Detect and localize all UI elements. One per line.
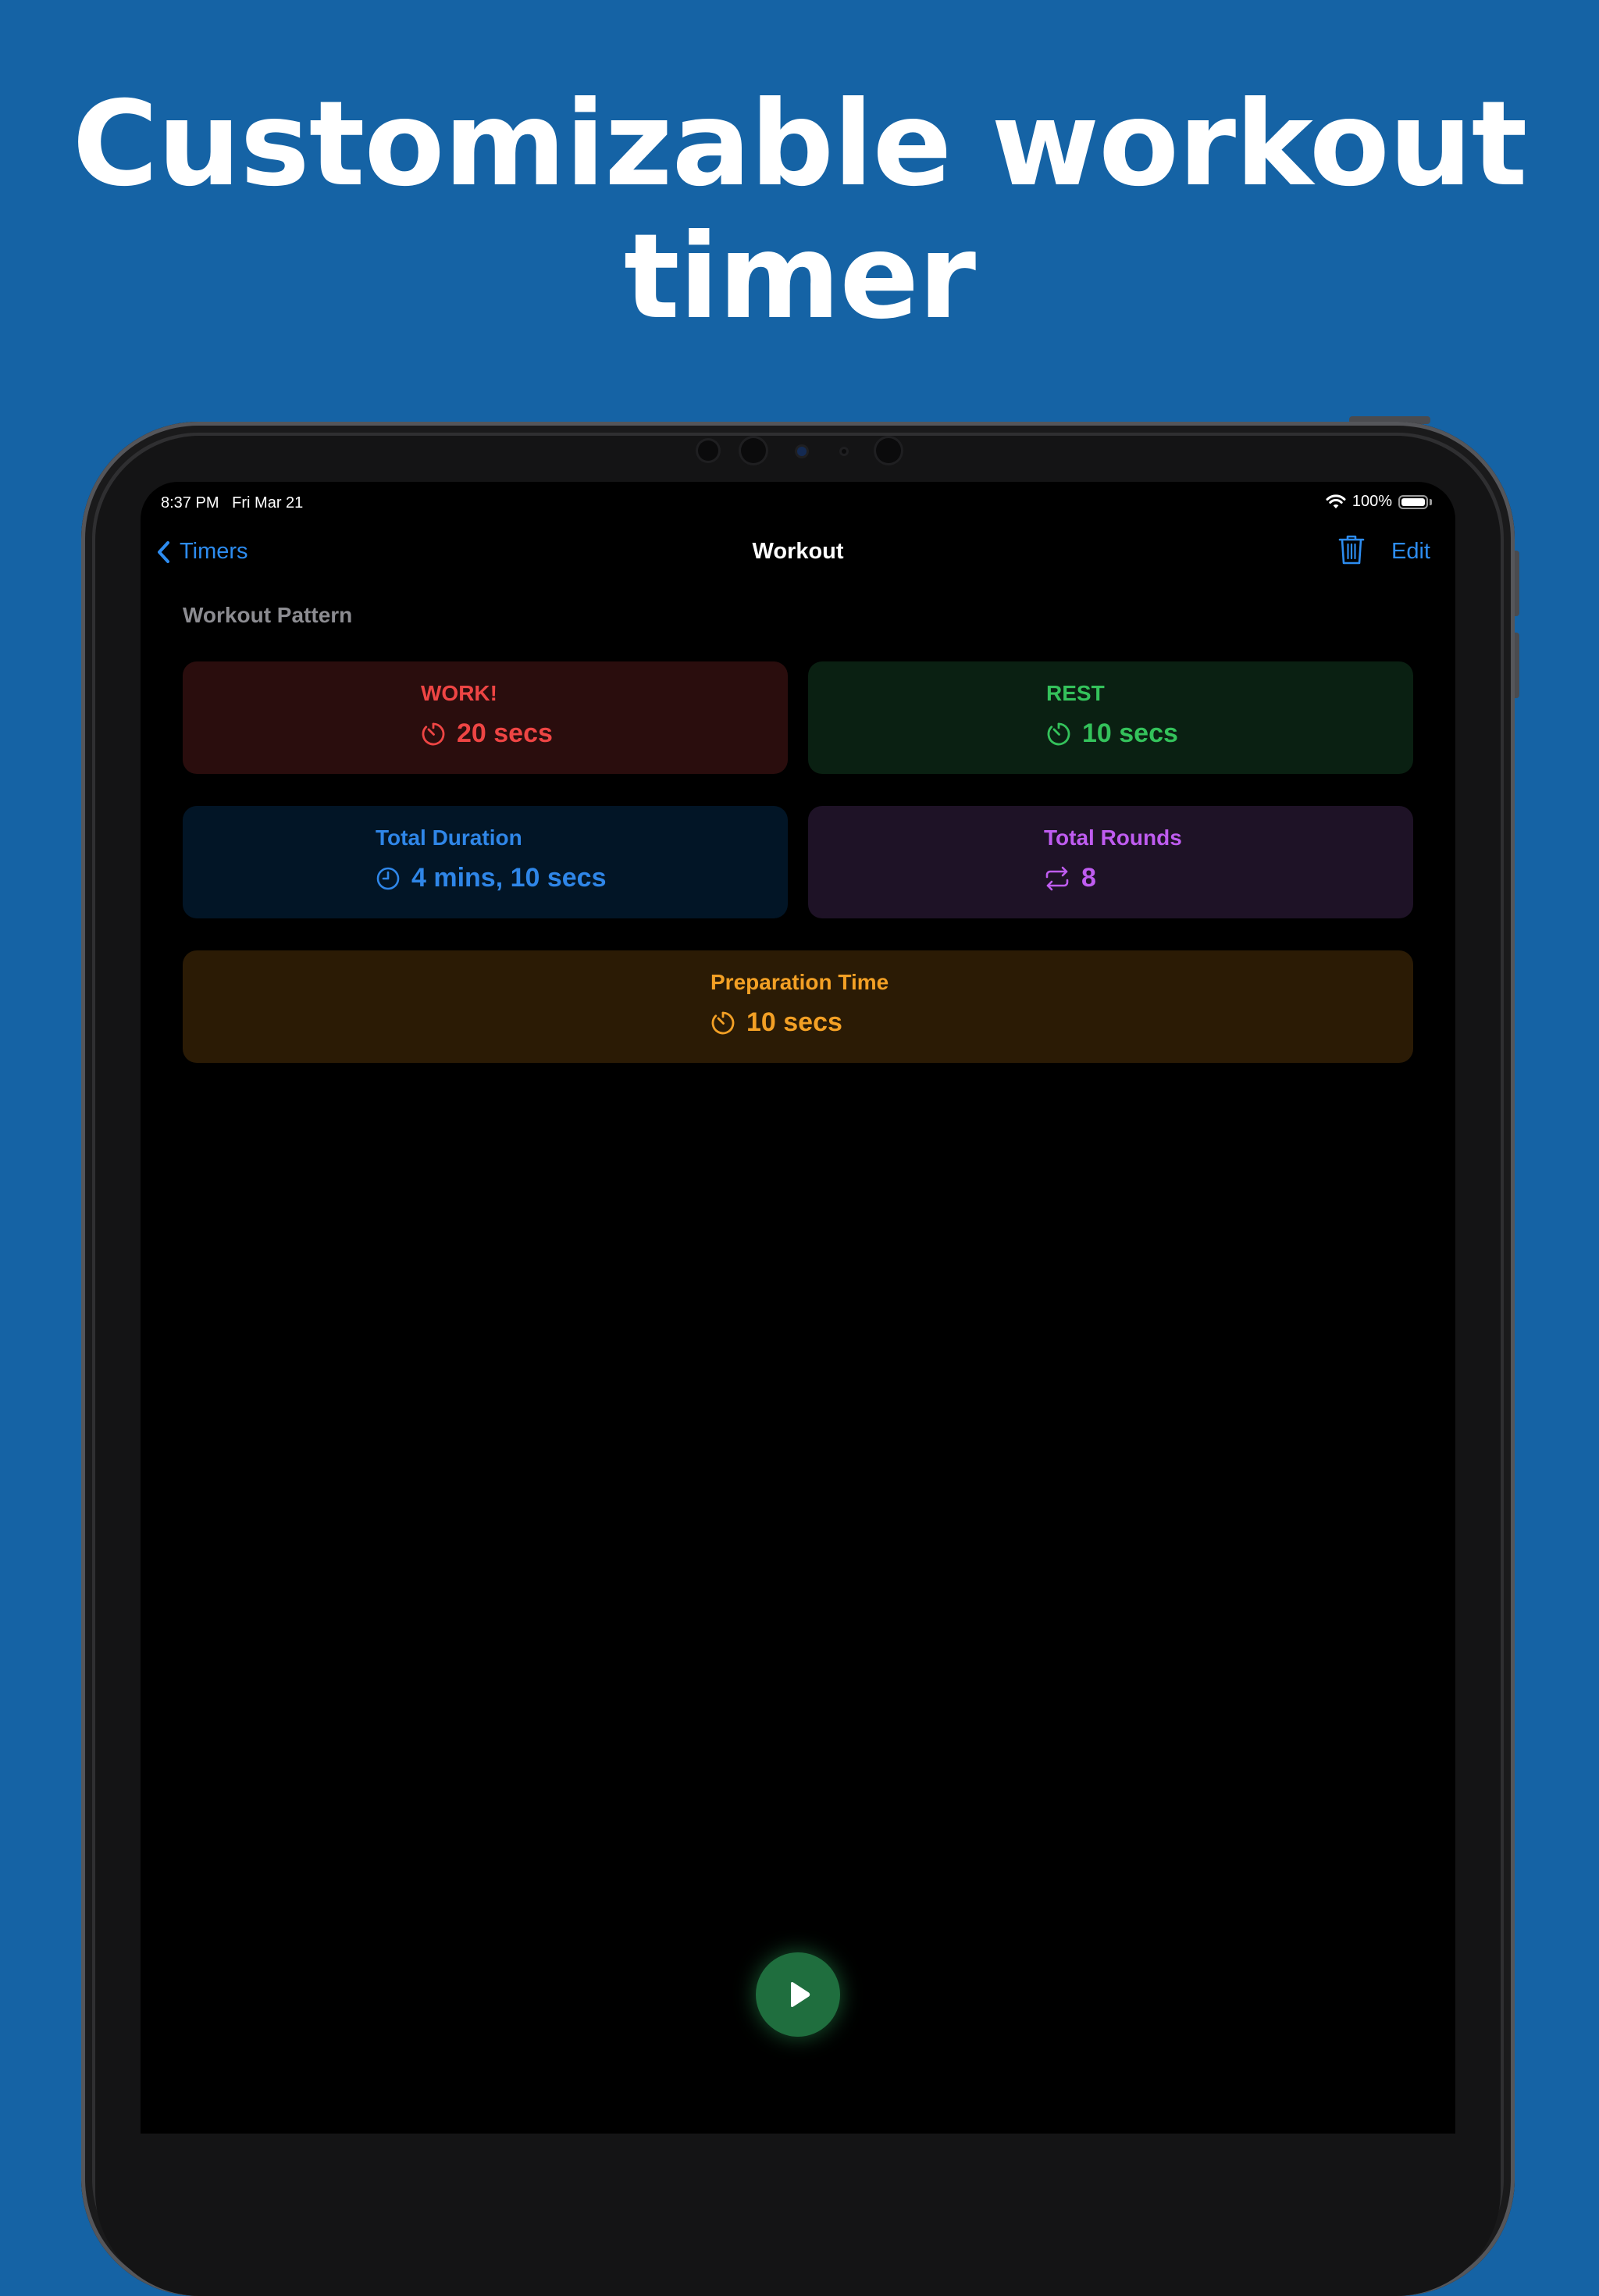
battery-nub bbox=[1430, 498, 1432, 505]
sensor-icon bbox=[876, 438, 901, 463]
start-workout-button[interactable] bbox=[756, 1952, 840, 2037]
status-bar: 8:37 PM Fri Mar 21 100% bbox=[141, 488, 1455, 516]
battery-fill bbox=[1401, 497, 1425, 506]
rest-card-value: 10 secs bbox=[1082, 718, 1178, 748]
timer-icon bbox=[1047, 722, 1070, 745]
delete-button[interactable] bbox=[1338, 534, 1365, 569]
preparation-time-value: 10 secs bbox=[746, 1007, 842, 1037]
total-rounds-label: Total Rounds bbox=[1044, 825, 1182, 850]
work-card-value: 20 secs bbox=[457, 718, 553, 748]
status-right: 100% bbox=[1326, 493, 1432, 511]
battery-percent: 100% bbox=[1351, 493, 1392, 510]
total-duration-value: 4 mins, 10 secs bbox=[411, 863, 607, 893]
preparation-time-card[interactable]: Preparation Time 10 secs bbox=[183, 950, 1413, 1063]
headline-line-2: timer bbox=[623, 209, 976, 345]
front-camera-icon bbox=[797, 447, 807, 456]
app-screen: 8:37 PM Fri Mar 21 100% Timers Workout E… bbox=[141, 482, 1455, 2134]
rest-card[interactable]: REST 10 secs bbox=[808, 661, 1413, 774]
section-label-workout-pattern: Workout Pattern bbox=[183, 603, 353, 627]
timer-icon bbox=[422, 722, 445, 745]
total-rounds-card[interactable]: Total Rounds 8 bbox=[808, 806, 1413, 918]
sensor-icon bbox=[741, 438, 766, 463]
sensor-icon bbox=[698, 440, 718, 461]
wifi-icon bbox=[1326, 494, 1346, 508]
preparation-time-label: Preparation Time bbox=[710, 970, 889, 994]
rest-card-label: REST bbox=[1046, 681, 1105, 705]
trash-icon bbox=[1338, 535, 1365, 565]
timer-icon bbox=[711, 1011, 735, 1034]
headline: Customizable workout timer bbox=[0, 78, 1599, 344]
clock-icon bbox=[376, 867, 400, 890]
battery-icon bbox=[1398, 494, 1428, 509]
total-rounds-value: 8 bbox=[1081, 863, 1096, 893]
edit-button[interactable]: Edit bbox=[1391, 539, 1430, 565]
total-duration-label: Total Duration bbox=[376, 825, 522, 850]
work-card[interactable]: WORK! 20 secs bbox=[183, 661, 788, 774]
total-duration-card[interactable]: Total Duration 4 mins, 10 secs bbox=[183, 806, 788, 918]
navigation-bar: Timers Workout Edit bbox=[141, 525, 1455, 579]
work-card-label: WORK! bbox=[421, 681, 497, 705]
play-icon bbox=[791, 1982, 810, 2007]
page-title: Workout bbox=[752, 539, 844, 564]
headline-line-1: Customizable workout bbox=[72, 77, 1528, 212]
light-sensor-icon bbox=[842, 449, 846, 454]
repeat-icon bbox=[1045, 866, 1069, 890]
status-time: 8:37 PM Fri Mar 21 bbox=[161, 494, 304, 512]
